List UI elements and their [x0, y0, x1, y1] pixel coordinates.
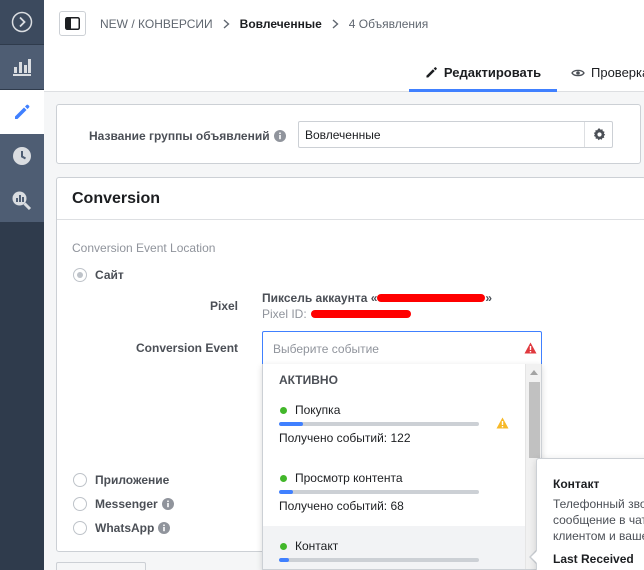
- pixel-name-suffix: »: [485, 291, 493, 305]
- dropdown-item-name: Контакт: [295, 539, 339, 553]
- radio-whatsapp-text: WhatsApp: [95, 521, 155, 535]
- dropdown-item-purchase[interactable]: Покупка Получено событий: 122: [263, 390, 525, 456]
- rail-analyze-button[interactable]: [0, 178, 44, 222]
- tooltip-last-received: Last Received: [553, 552, 634, 566]
- clock-icon: [13, 147, 31, 165]
- radio-messenger-text: Messenger: [95, 497, 158, 511]
- rail-history-button[interactable]: [0, 134, 44, 178]
- breadcrumb-campaign[interactable]: NEW / КОНВЕРСИИ: [100, 17, 213, 31]
- tooltip-description-line: клиентом и ваше: [553, 529, 644, 543]
- left-rail: [0, 0, 44, 570]
- dropdown-item-name: Покупка: [295, 403, 341, 417]
- tooltip-description-line: Телефонный зво: [553, 497, 644, 511]
- pixel-id: Pixel ID:: [262, 307, 411, 321]
- event-volume-fill: [279, 558, 289, 562]
- info-icon[interactable]: [158, 522, 171, 534]
- tab-review[interactable]: Проверка: [571, 56, 644, 89]
- event-volume-bar: [279, 558, 479, 562]
- radio-app-text: Приложение: [95, 473, 170, 487]
- error-warning-icon: [524, 342, 537, 354]
- tooltip-description-line: сообщение в чат: [553, 513, 644, 527]
- pixel-id-prefix: Pixel ID:: [262, 307, 307, 321]
- rail-reports-button[interactable]: [0, 45, 44, 89]
- rail-expand-button[interactable]: [0, 0, 44, 44]
- radio-whatsapp[interactable]: [73, 521, 87, 535]
- ad-set-name-label-text: Название группы объявлений: [89, 129, 270, 143]
- chevron-right-icon: [223, 19, 230, 29]
- tooltip-title: Контакт: [553, 477, 600, 491]
- pencil-icon: [426, 67, 437, 78]
- gear-icon: [593, 128, 605, 141]
- breadcrumb-ads[interactable]: 4 Объявления: [349, 17, 428, 31]
- conversion-event-input[interactable]: [262, 331, 542, 366]
- redacted-pixel-id: [310, 310, 411, 318]
- dropdown-section-active: АКТИВНО: [279, 373, 338, 387]
- conversion-header: Conversion: [57, 178, 644, 220]
- pixel-label: Pixel: [210, 299, 239, 313]
- chevron-right-icon: [332, 19, 339, 29]
- info-icon[interactable]: [273, 130, 286, 142]
- active-status-dot: [280, 407, 287, 414]
- eye-icon: [571, 69, 585, 76]
- tooltip-arrow-inner: [531, 550, 538, 564]
- dropdown-item-name: Просмотр контента: [295, 471, 403, 485]
- pencil-icon: [15, 104, 30, 119]
- info-icon[interactable]: [161, 498, 174, 510]
- tab-edit[interactable]: Редактировать: [409, 56, 557, 92]
- pixel-name-prefix: Пиксель аккаунта «: [262, 291, 378, 305]
- conversion-event-label: Conversion Event: [136, 341, 239, 355]
- radio-website-label[interactable]: Сайт: [95, 268, 124, 282]
- side-panel-icon: [65, 17, 80, 30]
- event-volume-bar: [279, 422, 479, 426]
- dropdown-item-count: Получено событий: 122: [279, 431, 411, 445]
- conversion-location-label: Conversion Event Location: [72, 241, 216, 255]
- event-volume-fill: [279, 422, 303, 426]
- footer-button-edge[interactable]: [56, 562, 146, 570]
- redacted-pixel-name: [377, 294, 486, 302]
- scrollbar-thumb[interactable]: [529, 382, 540, 458]
- conversion-event-dropdown: АКТИВНО Покупка Получено событий: 122 Пр…: [262, 364, 542, 570]
- event-volume-bar: [279, 490, 479, 494]
- pixel-name: Пиксель аккаунта « »: [262, 291, 492, 305]
- radio-app[interactable]: [73, 473, 87, 487]
- radio-website[interactable]: [73, 268, 87, 282]
- dropdown-item-contact[interactable]: Контакт: [263, 526, 525, 569]
- ad-set-name-input[interactable]: [298, 121, 613, 148]
- tooltip-description: Телефонный зво сообщение в чат клиентом …: [553, 496, 644, 544]
- breadcrumb: NEW / КОНВЕРСИИ Вовлеченные 4 Объявления: [100, 17, 428, 31]
- bar-chart-icon: [13, 59, 31, 76]
- dropdown-item-count: Получено событий: 68: [279, 499, 404, 513]
- radio-messenger-label[interactable]: Messenger: [95, 497, 174, 511]
- event-volume-fill: [279, 490, 293, 494]
- event-tooltip: Контакт Телефонный зво сообщение в чат к…: [536, 458, 644, 570]
- radio-whatsapp-label[interactable]: WhatsApp: [95, 521, 171, 535]
- active-status-dot: [280, 543, 287, 550]
- ad-set-name-label: Название группы объявлений: [89, 129, 286, 143]
- tab-edit-label: Редактировать: [443, 65, 542, 80]
- radio-website-text: Сайт: [95, 268, 124, 282]
- conversion-title: Conversion: [72, 190, 161, 207]
- scroll-up-arrow-icon[interactable]: [530, 370, 538, 375]
- dropdown-item-view-content[interactable]: Просмотр контента Получено событий: 68: [263, 458, 525, 524]
- rail-edit-button[interactable]: [0, 90, 44, 134]
- name-settings-button[interactable]: [584, 122, 613, 147]
- radio-messenger[interactable]: [73, 497, 87, 511]
- toggle-panel-button[interactable]: [59, 11, 86, 36]
- search-chart-icon: [12, 191, 32, 210]
- warning-icon: [496, 417, 509, 429]
- top-bar: NEW / КОНВЕРСИИ Вовлеченные 4 Объявления…: [44, 0, 644, 92]
- chevron-right-circle-icon: [11, 11, 33, 33]
- tab-review-label: Проверка: [591, 65, 644, 80]
- ad-set-name-card: Название группы объявлений: [56, 104, 641, 164]
- active-status-dot: [280, 475, 287, 482]
- radio-app-label[interactable]: Приложение: [95, 473, 169, 487]
- breadcrumb-ad-set[interactable]: Вовлеченные: [240, 17, 322, 31]
